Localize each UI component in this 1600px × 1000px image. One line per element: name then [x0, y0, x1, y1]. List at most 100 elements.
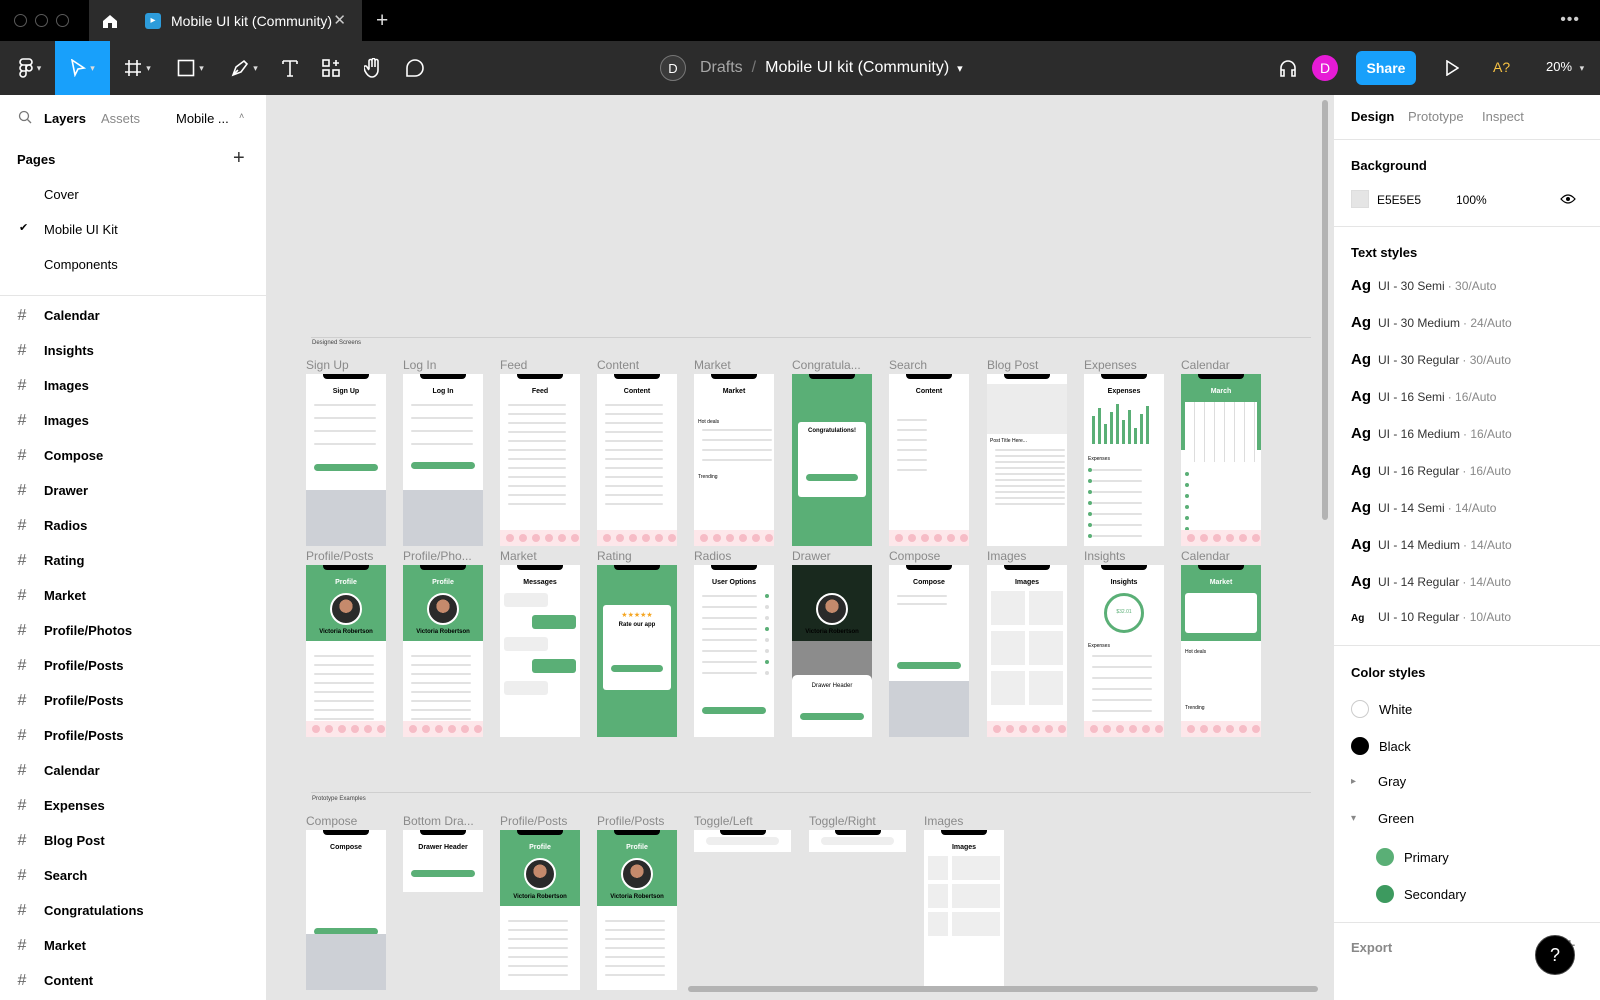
audio-button[interactable]	[1273, 41, 1303, 95]
mobile-screen-frame[interactable]: Congratulations!	[792, 374, 872, 546]
layer-item[interactable]: # Search	[0, 858, 266, 893]
team-avatar[interactable]: D	[660, 55, 686, 81]
mobile-screen-frame[interactable]: Messages	[500, 565, 580, 737]
mobile-screen-frame[interactable]: Profile Victoria Robertson	[306, 565, 386, 737]
mobile-screen-frame[interactable]: Expenses Expenses	[1084, 374, 1164, 546]
frame-label[interactable]: Log In	[403, 358, 493, 372]
mobile-screen-frame[interactable]: Feed	[500, 374, 580, 546]
color-style-item[interactable]: ▸ Gray	[1351, 774, 1406, 789]
mobile-screen-frame[interactable]: Profile Victoria Robertson	[500, 830, 580, 990]
chevron-down-icon[interactable]: ▾	[957, 62, 963, 75]
layer-item[interactable]: # Images	[0, 368, 266, 403]
user-avatar[interactable]: D	[1312, 55, 1338, 81]
layer-item[interactable]: # Congratulations	[0, 893, 266, 928]
layer-item[interactable]: # Market	[0, 928, 266, 963]
background-swatch[interactable]	[1351, 190, 1369, 208]
tab-prototype[interactable]: Prototype	[1408, 109, 1464, 124]
frame-label[interactable]: Rating	[597, 549, 687, 563]
file-name[interactable]: Mobile UI kit (Community)	[765, 59, 949, 77]
mobile-screen-frame[interactable]: Content	[597, 374, 677, 546]
frame-label[interactable]: Search	[889, 358, 979, 372]
mobile-screen-frame[interactable]: March	[1181, 374, 1261, 546]
frame-label[interactable]: Toggle/Left	[694, 814, 801, 828]
page-item-mobile-ui-kit[interactable]: Mobile UI Kit	[44, 222, 118, 237]
mobile-screen-frame[interactable]: Log In	[403, 374, 483, 546]
mobile-screen-frame[interactable]: Post Title Here...	[987, 374, 1067, 546]
frame-label[interactable]: Radios	[694, 549, 784, 563]
text-tool-button[interactable]	[275, 41, 305, 95]
zoom-menu[interactable]: 20% ▾	[1546, 59, 1584, 74]
frame-label[interactable]: Expenses	[1084, 358, 1174, 372]
horizontal-scrollbar[interactable]	[688, 986, 1318, 992]
color-style-item[interactable]: Primary	[1376, 848, 1449, 866]
page-item-cover[interactable]: Cover	[44, 187, 79, 202]
text-style-item[interactable]: Ag UI - 10 Regular · 10/Auto	[1351, 610, 1511, 624]
frame-label[interactable]: Toggle/Right	[809, 814, 916, 828]
file-tab[interactable]: ▸ Mobile UI kit (Community) ✕	[131, 0, 362, 41]
frame-label[interactable]: Congratula...	[792, 358, 882, 372]
color-style-item[interactable]: Secondary	[1376, 885, 1466, 903]
layer-item[interactable]: # Radios	[0, 508, 266, 543]
vertical-scrollbar[interactable]	[1322, 100, 1328, 520]
tab-layers[interactable]: Layers	[44, 111, 86, 126]
move-tool-button[interactable]: ▾	[55, 41, 110, 95]
frame-label[interactable]: Compose	[306, 814, 396, 828]
mobile-screen-frame[interactable]: Insights $32.01 Expenses	[1084, 565, 1164, 737]
layer-item[interactable]: # Profile/Posts	[0, 718, 266, 753]
frame-label[interactable]: Drawer	[792, 549, 882, 563]
eye-icon[interactable]	[1560, 193, 1576, 205]
background-hex[interactable]: E5E5E5	[1377, 193, 1421, 207]
frame-label[interactable]: Compose	[889, 549, 979, 563]
help-button[interactable]: ?	[1535, 935, 1575, 975]
frame-label[interactable]: Blog Post	[987, 358, 1077, 372]
mobile-screen-frame[interactable]	[694, 830, 791, 852]
new-tab-button[interactable]: +	[376, 9, 388, 33]
color-style-item[interactable]: ▾ Green	[1351, 811, 1414, 826]
chevron-down-icon[interactable]: ▾	[1351, 813, 1378, 824]
color-style-item[interactable]: Black	[1351, 737, 1411, 755]
text-style-item[interactable]: Ag UI - 14 Regular · 14/Auto	[1351, 573, 1511, 590]
more-options-icon[interactable]: •••	[1560, 11, 1580, 29]
pen-tool-button[interactable]: ▾	[222, 41, 267, 95]
layer-item[interactable]: # Calendar	[0, 753, 266, 788]
frame-label[interactable]: Bottom Dra...	[403, 814, 493, 828]
layer-item[interactable]: # Rating	[0, 543, 266, 578]
mobile-screen-frame[interactable]	[809, 830, 906, 852]
color-style-item[interactable]: White	[1351, 700, 1412, 718]
tab-inspect[interactable]: Inspect	[1482, 109, 1524, 124]
text-style-item[interactable]: Ag UI - 16 Medium · 16/Auto	[1351, 425, 1512, 442]
text-style-item[interactable]: Ag UI - 14 Semi · 14/Auto	[1351, 499, 1496, 516]
frame-label[interactable]: Calendar	[1181, 358, 1271, 372]
tab-assets[interactable]: Assets	[101, 111, 140, 126]
frame-label[interactable]: Market	[694, 358, 784, 372]
layer-item[interactable]: # Content	[0, 963, 266, 998]
comment-tool-button[interactable]	[400, 41, 430, 95]
hand-tool-button[interactable]	[358, 41, 388, 95]
layer-item[interactable]: # Profile/Posts	[0, 683, 266, 718]
main-menu-button[interactable]: ▾	[10, 41, 50, 95]
layer-item[interactable]: # Expenses	[0, 788, 266, 823]
mobile-screen-frame[interactable]: Content	[889, 374, 969, 546]
window-minimize-dot[interactable]	[35, 14, 48, 27]
frame-label[interactable]: Insights	[1084, 549, 1174, 563]
frame-label[interactable]: Images	[924, 814, 1014, 828]
layer-item[interactable]: # Calendar	[0, 298, 266, 333]
share-button[interactable]: Share	[1356, 51, 1416, 85]
tab-design[interactable]: Design	[1351, 109, 1394, 124]
frame-label[interactable]: Content	[597, 358, 687, 372]
frame-label[interactable]: Calendar	[1181, 549, 1271, 563]
mobile-screen-frame[interactable]: ★★★★★ Rate our app	[597, 565, 677, 737]
mobile-screen-frame[interactable]: Profile Victoria Robertson	[597, 830, 677, 990]
mobile-screen-frame[interactable]: Drawer Header	[403, 830, 483, 892]
text-style-item[interactable]: Ag UI - 16 Regular · 16/Auto	[1351, 462, 1511, 479]
window-close-dot[interactable]	[14, 14, 27, 27]
chevron-up-icon[interactable]: ˄	[239, 111, 244, 121]
close-tab-icon[interactable]: ✕	[333, 11, 346, 29]
frame-label[interactable]: Profile/Posts	[597, 814, 687, 828]
mobile-screen-frame[interactable]: Market Hot deals Trending	[1181, 565, 1261, 737]
layer-item[interactable]: # Drawer	[0, 473, 266, 508]
frame-label[interactable]: Profile/Posts	[500, 814, 590, 828]
components-tool-button[interactable]	[316, 41, 346, 95]
layer-item[interactable]: # Blog Post	[0, 823, 266, 858]
text-style-item[interactable]: Ag UI - 14 Medium · 14/Auto	[1351, 536, 1512, 553]
